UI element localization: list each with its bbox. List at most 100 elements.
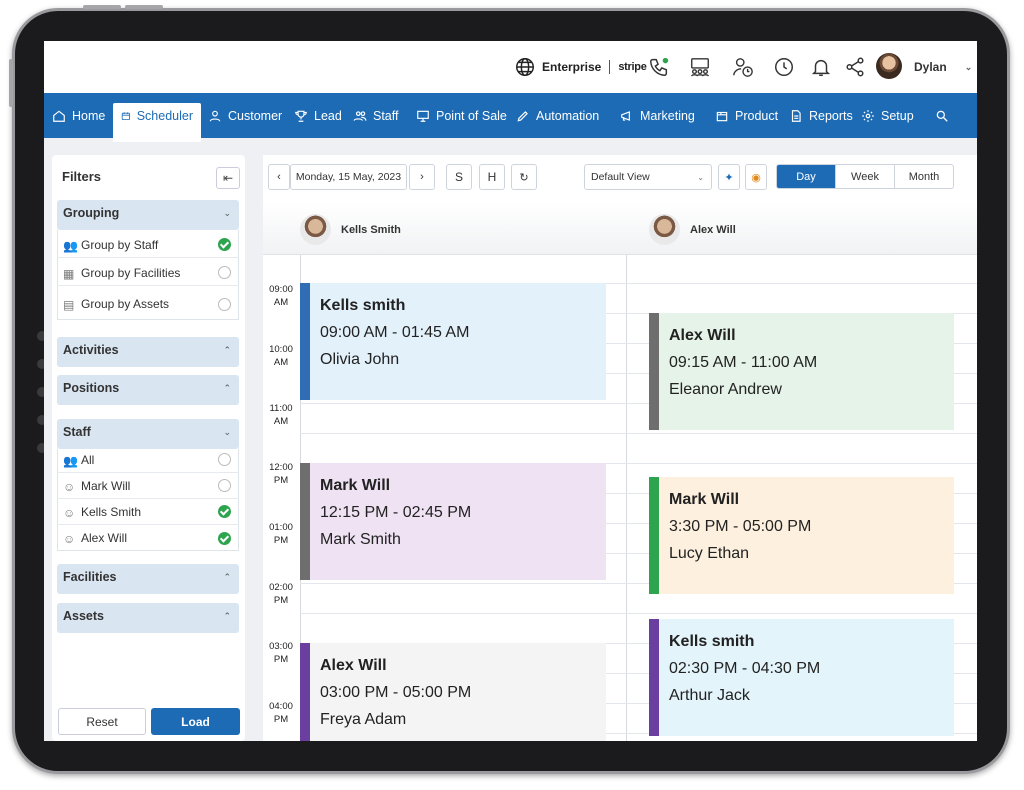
nav-point-of-sale[interactable]: Point of Sale (416, 93, 507, 138)
user-clock-button[interactable] (732, 56, 754, 78)
day-view-button[interactable]: Day (777, 165, 835, 188)
nav-label: Point of Sale (436, 108, 507, 123)
app-screen: Enterprise stripe Dylan ⌄ Home Scheduler… (44, 41, 977, 741)
color-palette-button[interactable]: ◉ (745, 164, 767, 190)
option-alex-will[interactable]: ☺ Alex Will (57, 525, 239, 551)
section-positions[interactable]: Positions ⌃ (57, 375, 239, 405)
event-time: 12:15 PM - 02:45 PM (320, 504, 472, 521)
event-card[interactable]: Mark Will 3:30 PM - 05:00 PM Lucy Ethan (649, 477, 954, 594)
collapse-left-icon: ⇤ (222, 171, 234, 185)
refresh-button[interactable]: ↻ (511, 164, 537, 190)
option-label: Group by Staff (81, 237, 159, 252)
resource-name: Kells Smith (341, 223, 401, 236)
notifications-button[interactable] (810, 56, 832, 78)
event-card[interactable]: Alex Will 09:15 AM - 11:00 AM Eleanor An… (649, 313, 954, 430)
main-nav: Home Scheduler Customer Lead Staff Point… (44, 93, 977, 142)
section-staff[interactable]: Staff ⌄ (57, 419, 239, 449)
load-button[interactable]: Load (151, 708, 240, 735)
monitor-icon (417, 110, 429, 122)
event-card[interactable]: Alex Will 03:00 PM - 05:00 PM Freya Adam (300, 643, 606, 741)
volume-button (9, 59, 13, 107)
users-icon: 👥 (63, 238, 78, 253)
time-label: 01:00 PM (269, 522, 293, 546)
date-picker[interactable]: Monday, 15 May, 2023 (290, 164, 407, 190)
clock-button[interactable] (773, 56, 795, 78)
reset-button[interactable]: Reset (58, 708, 146, 735)
nav-setup[interactable]: Setup (861, 93, 914, 138)
nav-marketing[interactable]: Marketing (620, 93, 695, 138)
gear-icon (862, 109, 874, 122)
pin-view-button[interactable]: ✦ (718, 164, 740, 190)
view-select-value: Default View (591, 171, 650, 183)
nav-label: Staff (373, 108, 399, 123)
option-mark-will[interactable]: ☺ Mark Will (57, 473, 239, 499)
asset-icon: ▤ (63, 298, 75, 312)
nav-customer[interactable]: Customer (208, 93, 282, 138)
time-label: 04:00 PM (269, 701, 293, 725)
report-icon (791, 109, 801, 122)
trophy-icon (295, 110, 307, 122)
home-icon (53, 110, 65, 122)
option-group-by-staff[interactable]: 👥 Group by Staff (57, 232, 239, 258)
event-title: Alex Will (320, 657, 387, 674)
nav-label: Scheduler (136, 109, 193, 123)
option-label: Group by Facilities (81, 265, 181, 280)
event-client: Mark Smith (320, 531, 401, 548)
share-button[interactable] (844, 56, 866, 78)
event-card[interactable]: Kells smith 02:30 PM - 04:30 PM Arthur J… (649, 619, 954, 736)
event-card[interactable]: Kells smith 09:00 AM - 01:45 AM Olivia J… (300, 283, 606, 400)
option-kells-smith[interactable]: ☺ Kells Smith (57, 499, 239, 525)
unchecked-icon (218, 297, 231, 311)
option-group-by-assets[interactable]: ▤ Group by Assets (57, 291, 239, 317)
collapse-panel-button[interactable]: ⇤ (216, 167, 240, 189)
users-icon (353, 110, 367, 121)
next-day-button[interactable]: › (409, 164, 435, 190)
section-activities[interactable]: Activities ⌃ (57, 337, 239, 367)
meeting-button[interactable] (689, 56, 711, 78)
view-mode-toggle: Day Week Month (776, 164, 954, 189)
company-name: Enterprise (542, 60, 602, 74)
nav-staff[interactable]: Staff (353, 93, 398, 138)
nav-label: Automation (536, 108, 600, 123)
option-all-staff[interactable]: 👥 All (57, 447, 239, 473)
filters-panel: Filters ⇤ Grouping ⌄ 👥 Group by Staff ▦ … (52, 155, 245, 741)
chevron-up-icon: ⌃ (223, 383, 231, 393)
view-select[interactable]: Default View ⌄ (584, 164, 712, 190)
nav-lead[interactable]: Lead (294, 93, 342, 138)
event-time: 02:30 PM - 04:30 PM (669, 660, 821, 677)
nav-product[interactable]: Product (715, 93, 778, 138)
section-label: Activities (63, 343, 119, 357)
unchecked-icon (218, 453, 231, 466)
phone-button[interactable] (648, 56, 670, 78)
avatar[interactable] (876, 53, 902, 79)
event-time: 09:00 AM - 01:45 AM (320, 324, 470, 341)
s-button[interactable]: S (446, 164, 472, 190)
user-icon: ☺ (63, 532, 76, 546)
bell-icon (811, 59, 831, 76)
section-facilities[interactable]: Facilities ⌃ (57, 564, 239, 594)
grid-divider (626, 255, 627, 741)
nav-search[interactable] (935, 93, 949, 138)
nav-home[interactable]: Home (52, 93, 105, 138)
prev-day-button[interactable]: ‹ (268, 164, 290, 190)
scheduler-calendar: ‹ Monday, 15 May, 2023 › S H ↻ Default V… (263, 155, 977, 741)
section-assets[interactable]: Assets ⌃ (57, 603, 239, 633)
power-button-2 (125, 5, 163, 9)
time-label: 09:00 AM (269, 284, 293, 308)
resource-alex-will: Alex Will (649, 214, 736, 245)
event-card[interactable]: Mark Will 12:15 PM - 02:45 PM Mark Smith (300, 463, 606, 580)
section-label: Assets (63, 609, 104, 623)
option-group-by-facilities[interactable]: ▦ Group by Facilities (57, 260, 239, 286)
nav-automation[interactable]: Automation (516, 93, 599, 138)
nav-reports[interactable]: Reports (789, 93, 853, 138)
user-menu[interactable]: Dylan ⌄ (914, 56, 972, 78)
nav-scheduler[interactable]: Scheduler (113, 103, 201, 142)
clock-icon (775, 58, 793, 76)
h-button[interactable]: H (479, 164, 505, 190)
chevron-down-icon: ⌄ (964, 61, 973, 72)
section-grouping[interactable]: Grouping ⌄ (57, 200, 239, 230)
month-view-button[interactable]: Month (894, 165, 953, 188)
company-switcher[interactable]: Enterprise stripe (514, 56, 647, 78)
week-view-button[interactable]: Week (835, 165, 894, 188)
event-client: Arthur Jack (669, 687, 750, 704)
